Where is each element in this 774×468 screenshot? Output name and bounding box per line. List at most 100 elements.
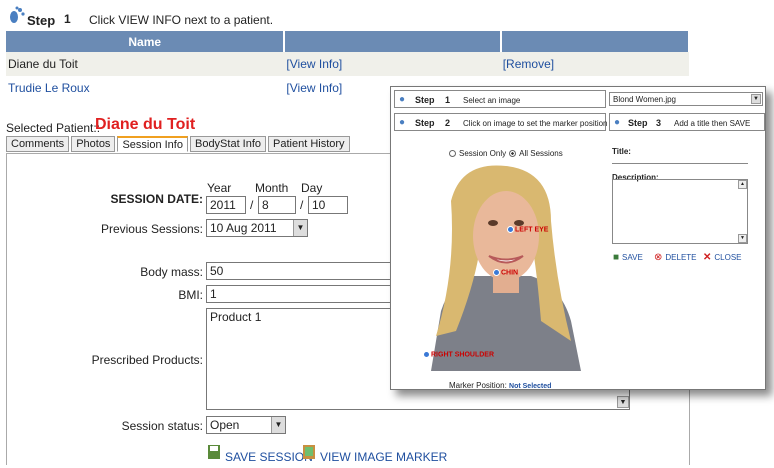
bmi-input[interactable]: 1: [206, 285, 396, 303]
marker-pin-icon: [423, 351, 430, 358]
marker-right-shoulder[interactable]: RIGHT SHOULDER: [423, 351, 494, 358]
portrait-image: [411, 161, 591, 371]
date-separator: /: [250, 198, 254, 212]
image-icon: [303, 445, 315, 459]
image-select[interactable]: Blond Women.jpg ▼: [609, 92, 763, 106]
session-status-label: Session status:: [121, 419, 203, 433]
selected-patient-label: Selected Patient::: [6, 121, 101, 135]
session-only-radio[interactable]: [449, 150, 456, 157]
body-mass-label: Body mass:: [140, 265, 203, 279]
popup-step3: ● Step 3 Add a title then SAVE: [609, 113, 765, 131]
view-image-marker-label: VIEW IMAGE MARKER: [320, 450, 448, 464]
month-label: Month: [255, 181, 289, 195]
year-input[interactable]: 2011: [206, 196, 246, 214]
popup-save-label: SAVE: [622, 253, 643, 262]
close-icon: ✕: [703, 252, 712, 263]
session-date-label: SESSION DATE:: [110, 192, 203, 206]
popup-save-button[interactable]: ■ SAVE: [613, 252, 643, 263]
tab-comments[interactable]: Comments: [6, 136, 70, 152]
scroll-up-icon[interactable]: ▲: [738, 180, 747, 189]
step1-number: 1: [64, 12, 71, 26]
popup-close-label: CLOSE: [714, 253, 742, 262]
description-textarea[interactable]: ▲ ▼: [612, 179, 748, 244]
previous-sessions-select[interactable]: 10 Aug 2011 ▼: [206, 219, 308, 237]
popup-step3-label: Step: [628, 118, 648, 128]
month-input[interactable]: 8: [258, 196, 296, 214]
delete-icon: ⊗: [654, 252, 663, 263]
popup-step2-label: Step: [415, 118, 435, 128]
popup-step1-number: 1: [445, 95, 451, 105]
title-input[interactable]: [612, 155, 748, 164]
marker-pin-icon: [493, 269, 500, 276]
all-sessions-radio[interactable]: [509, 150, 517, 157]
session-scope-radios: Session Only All Sessions: [449, 149, 563, 158]
step1-label: Step: [27, 13, 56, 28]
tab-session-info[interactable]: Session Info: [117, 136, 188, 152]
footprint-icon: ●: [614, 117, 621, 128]
footprint-icon: ●: [399, 117, 406, 128]
selected-patient-name: Diane du Toit: [95, 116, 196, 133]
save-icon: [208, 445, 220, 459]
marker-label: RIGHT SHOULDER: [431, 351, 494, 359]
session-status-select[interactable]: Open ▼: [206, 416, 286, 434]
popup-close-button[interactable]: ✕ CLOSE: [703, 252, 742, 263]
marker-position-value: Not Selected: [509, 383, 552, 390]
image-marker-dialog: ● Step 1 Select an image Blond Women.jpg…: [390, 86, 766, 390]
body-mass-input[interactable]: 50: [206, 262, 396, 280]
marker-label: LEFT EYE: [515, 226, 549, 234]
previous-sessions-label: Previous Sessions:: [100, 222, 203, 236]
chevron-down-icon: ▼: [751, 94, 761, 104]
prescribed-products-label: Prescribed Products:: [91, 353, 203, 367]
marker-pin-icon: [507, 226, 514, 233]
marker-label: CHIN: [501, 269, 519, 277]
day-label: Day: [301, 181, 323, 195]
save-icon: ■: [613, 252, 620, 263]
footprint-icon: [8, 6, 26, 24]
all-sessions-label: All Sessions: [519, 149, 563, 158]
scroll-down-icon[interactable]: ▼: [738, 234, 747, 243]
date-separator: /: [300, 198, 304, 212]
popup-step1-text: Select an image: [463, 96, 521, 105]
popup-step3-text: Add a title then SAVE: [674, 119, 751, 128]
marker-position: Marker Position: Not Selected: [449, 381, 551, 390]
step1-instruction: Click VIEW INFO next to a patient.: [89, 13, 274, 27]
popup-delete-button[interactable]: ⊗ DELETE: [654, 252, 697, 263]
day-input[interactable]: 10: [308, 196, 348, 214]
tab-bodystat-info[interactable]: BodyStat Info: [189, 136, 267, 152]
save-session-label: SAVE SESSION: [225, 450, 313, 464]
column-header-name: Name: [6, 31, 286, 52]
year-label: Year: [207, 181, 232, 195]
table-row: Diane du Toit [View Info] [Remove]: [6, 52, 689, 76]
popup-step1-label: Step: [415, 95, 435, 105]
footprint-icon: ●: [399, 94, 406, 105]
view-image-marker-button[interactable]: VIEW IMAGE MARKER: [302, 440, 447, 464]
image-select-value: Blond Women.jpg: [613, 95, 676, 104]
save-session-button[interactable]: SAVE SESSION: [207, 440, 313, 464]
marker-image[interactable]: [411, 161, 591, 371]
popup-delete-label: DELETE: [665, 253, 697, 262]
patient-name-link[interactable]: Trudie Le Roux: [8, 81, 90, 95]
session-status-value: Open: [210, 418, 240, 432]
marker-position-label: Marker Position:: [449, 381, 507, 390]
marker-left-eye[interactable]: LEFT EYE: [507, 226, 548, 233]
popup-step2-number: 2: [445, 118, 451, 128]
popup-step3-number: 3: [656, 118, 662, 128]
patient-name: Diane du Toit: [6, 52, 285, 76]
scroll-down-icon[interactable]: ▼: [617, 396, 629, 408]
previous-sessions-value: 10 Aug 2011: [210, 221, 277, 235]
marker-chin[interactable]: CHIN: [493, 269, 518, 276]
popup-step2-text: Click on image to set the marker positio…: [463, 119, 608, 128]
chevron-down-icon: ▼: [271, 417, 285, 433]
view-info-link[interactable]: [View Info]: [286, 81, 342, 95]
remove-link[interactable]: [Remove]: [503, 57, 554, 71]
popup-step2: ● Step 2 Click on image to set the marke…: [394, 113, 608, 131]
popup-step1: ● Step 1 Select an image: [394, 90, 606, 108]
column-header-view: [284, 31, 502, 52]
bmi-label: BMI:: [178, 288, 203, 302]
tab-patient-history[interactable]: Patient History: [268, 136, 350, 152]
chevron-down-icon: ▼: [293, 220, 307, 236]
tab-bar: Comments Photos Session Info BodyStat In…: [6, 136, 350, 152]
tab-photos[interactable]: Photos: [71, 136, 116, 152]
column-header-remove: [500, 31, 691, 52]
view-info-link[interactable]: [View Info]: [286, 57, 342, 71]
